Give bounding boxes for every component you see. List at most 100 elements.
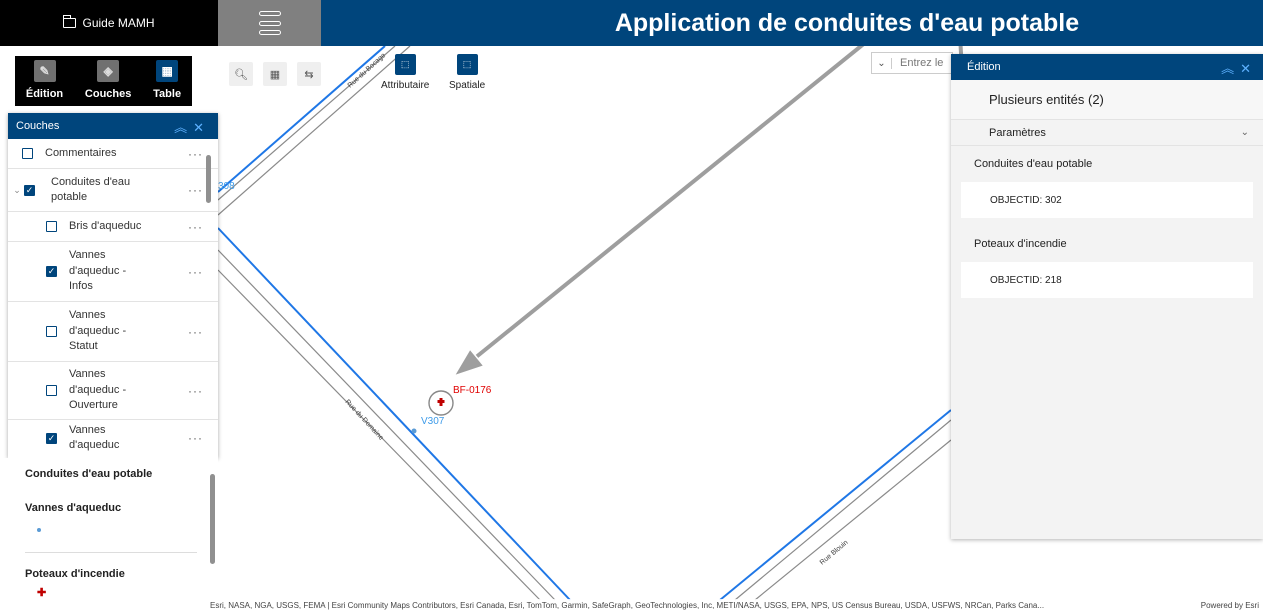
powered-by[interactable]: Powered by Esri (1187, 601, 1263, 610)
legend-scrollbar[interactable] (209, 464, 217, 564)
layer-label: Vannes d'aqueduc - Infos (69, 249, 127, 293)
street-rue-du-domaine (217, 249, 556, 601)
pipe-segment-right[interactable] (719, 409, 952, 601)
search-placeholder: Entrez le (900, 57, 944, 69)
layer-checkbox[interactable] (22, 148, 33, 159)
hydrant-label: BF-0176 (453, 385, 492, 396)
fire-hydrant-icon[interactable] (437, 398, 445, 406)
app-title-bar: Application de conduites d'eau potable (321, 0, 1263, 46)
layer-row[interactable]: Commentaires ··· (8, 139, 218, 169)
measure-icon: ⇆ (304, 68, 314, 81)
feature-item-label: OBJECTID: 218 (990, 274, 1062, 286)
spatiale-label: Spatiale (449, 80, 486, 91)
layer-row[interactable]: Bris d'aqueduc ··· (8, 212, 218, 242)
valve-label: V307 (421, 416, 445, 427)
select-spatial-icon: ⬚ (456, 54, 478, 75)
close-icon[interactable]: ✕ (193, 120, 210, 135)
pipe-segment-main[interactable] (217, 227, 571, 601)
layer-row[interactable]: Vannes d'aqueduc - Ouverture ··· (8, 362, 218, 420)
more-options-icon[interactable]: ··· (188, 431, 218, 445)
toolbar-couches-label: Couches (84, 88, 132, 100)
layer-label: Vannes d'aqueduc (69, 423, 120, 451)
more-options-icon[interactable]: ··· (188, 265, 218, 279)
chevron-down-icon[interactable]: ⌄ (872, 57, 892, 69)
attributaire-button[interactable]: ⬚ Attributaire (381, 54, 429, 91)
search-tool-button[interactable]: 🔍︎ (229, 62, 253, 86)
menu-button[interactable] (218, 0, 321, 46)
more-options-icon[interactable]: ··· (188, 384, 218, 398)
annotation-arrow-left (452, 0, 921, 378)
edition-subtitle: Plusieurs entités (2) (951, 80, 1263, 120)
attribution-text: Esri, NASA, NGA, USGS, FEMA | Esri Commu… (210, 601, 1045, 610)
folder-icon (63, 15, 77, 28)
legend-section-label: Poteaux d'incendie (25, 568, 125, 580)
spatiale-button[interactable]: ⬚ Spatiale (449, 54, 485, 91)
feature-item[interactable]: OBJECTID: 218 (961, 262, 1253, 298)
collapse-icon[interactable]: ︽ (1221, 61, 1240, 76)
collapse-icon[interactable]: ︽ (174, 120, 193, 135)
valve-label-partial: 308 (218, 181, 235, 192)
measure-tool-button[interactable]: ⇆ (297, 62, 321, 86)
layer-label: Vannes d'aqueduc - Statut (69, 309, 127, 353)
layers-scrollbar[interactable] (205, 143, 213, 455)
chevron-down-icon: ⌄ (1240, 127, 1249, 138)
toolbar-edition[interactable]: ✎ Édition (26, 60, 63, 100)
layer-label: Conduites d'eau potable (51, 175, 131, 203)
street-label-blouin: Rue Blouin (819, 539, 850, 566)
more-options-icon[interactable]: ··· (188, 183, 218, 197)
legend-section-label: Vannes d'aqueduc (25, 502, 122, 514)
menu-icon (258, 11, 281, 35)
layers-icon: ◈ (97, 60, 120, 82)
widget-toolbar: ✎ Édition ◈ Couches ▦ Table (15, 56, 192, 106)
feature-item-label: OBJECTID: 302 (990, 194, 1062, 206)
attributaire-label: Attributaire (381, 80, 430, 91)
search-input[interactable]: ⌄ Entrez le (871, 52, 953, 74)
feature-item[interactable]: OBJECTID: 302 (961, 182, 1253, 218)
layer-row[interactable]: ⌄ ✓ Conduites d'eau potable ··· (8, 169, 218, 212)
search-icon: 🔍︎ (234, 68, 248, 81)
feature-group-label: Conduites d'eau potable (974, 158, 1093, 170)
layer-checkbox[interactable] (46, 326, 57, 337)
toolbar-table-label: Table (153, 88, 182, 100)
feature-group-label: Poteaux d'incendie (974, 238, 1067, 250)
parameters-label: Paramètres (989, 126, 1046, 139)
grid-icon: ▦ (269, 68, 281, 81)
more-options-icon[interactable]: ··· (188, 325, 218, 339)
valve-symbol-icon (37, 528, 41, 532)
edition-panel-title: Édition (967, 61, 1001, 73)
toolbar-edition-label: Édition (25, 88, 64, 100)
street-label-domaine: Rue du Domaine (344, 399, 385, 442)
layers-panel: Couches ︽✕ Commentaires ··· ⌄ ✓ Conduite… (8, 113, 218, 458)
legend-panel: Conduites d'eau potable Vannes d'aqueduc… (0, 458, 218, 612)
layers-panel-header: Couches ︽✕ (8, 113, 218, 139)
layer-row[interactable]: Vannes d'aqueduc - Statut ··· (8, 302, 218, 362)
guide-button[interactable]: Guide MAMH (0, 0, 218, 46)
layer-checkbox[interactable]: ✓ (24, 184, 35, 196)
app-title: Application de conduites d'eau potable (614, 8, 1080, 37)
more-options-icon[interactable]: ··· (188, 147, 218, 161)
edition-panel-header: Édition ︽✕ (951, 54, 1263, 80)
guide-label: Guide MAMH (82, 16, 155, 30)
layer-label: Vannes d'aqueduc - Ouverture (69, 368, 127, 412)
chevron-down-icon[interactable]: ⌄ (10, 185, 24, 196)
layer-label: Commentaires (45, 146, 117, 159)
more-options-icon[interactable]: ··· (188, 220, 218, 234)
layer-label: Bris d'aqueduc (69, 219, 142, 232)
toolbar-table[interactable]: ▦ Table (153, 60, 181, 100)
table-icon: ▦ (156, 60, 179, 82)
edit-icon: ✎ (33, 60, 56, 82)
legend-title: Conduites d'eau potable (25, 468, 153, 480)
layer-checkbox[interactable] (46, 221, 57, 232)
layer-row[interactable]: ✓ Vannes d'aqueduc - Infos ··· (8, 242, 218, 302)
hydrant-symbol-icon: ✚ (37, 587, 47, 599)
layer-checkbox[interactable]: ✓ (46, 266, 57, 277)
qr-tool-button[interactable]: ▦ (263, 62, 287, 86)
layer-row[interactable]: ✓ Vannes d'aqueduc ··· (8, 420, 218, 456)
layer-checkbox[interactable] (46, 385, 57, 396)
edition-panel: Édition ︽✕ Plusieurs entités (2) Paramèt… (951, 54, 1263, 539)
layer-checkbox[interactable]: ✓ (46, 432, 57, 444)
valve-icon[interactable] (411, 428, 417, 434)
parameters-toggle[interactable]: Paramètres ⌄ (951, 120, 1263, 146)
toolbar-couches[interactable]: ◈ Couches (85, 60, 131, 100)
close-icon[interactable]: ✕ (1240, 61, 1257, 76)
